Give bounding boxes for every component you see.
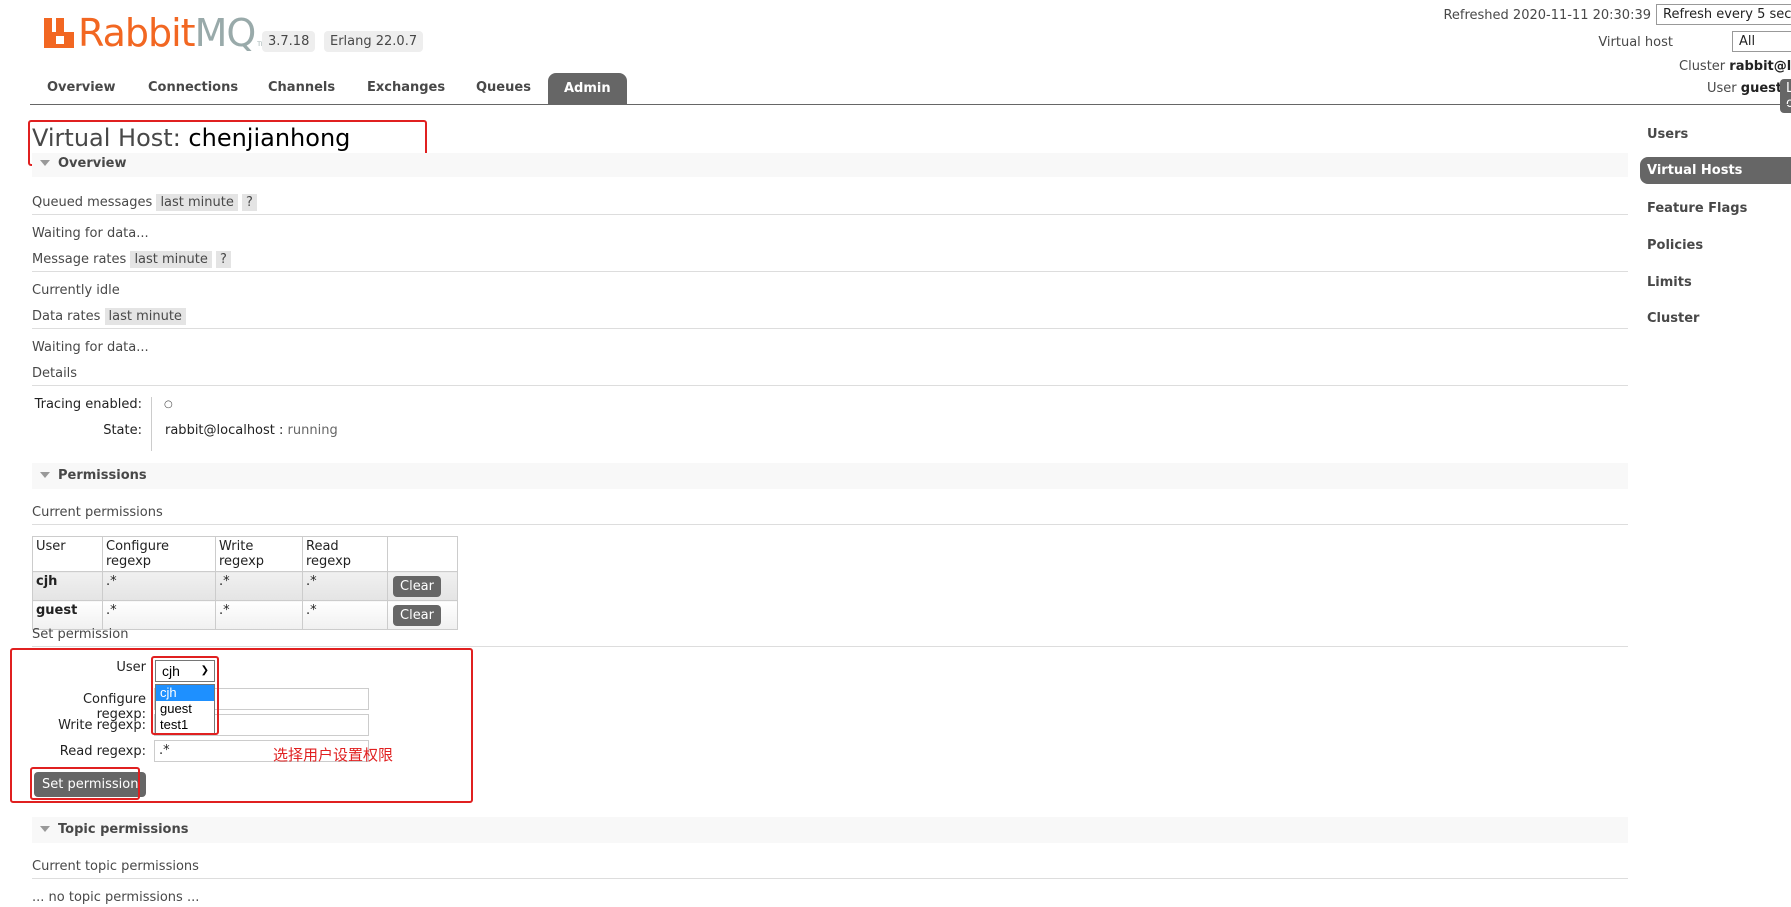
tab-queues[interactable]: Queues <box>476 80 531 95</box>
overview-section-header[interactable]: Overview <box>32 153 1628 177</box>
collapse-triangle-icon <box>40 472 50 478</box>
row-action: Clear <box>387 571 458 601</box>
user-info: User guest <box>1707 81 1782 96</box>
set-permission-header: Set permission <box>32 626 1628 647</box>
tab-admin[interactable]: Admin <box>548 73 627 105</box>
read-field-label: Read regexp: <box>59 744 146 759</box>
logo-text-rabbit: Rabbit <box>78 11 196 55</box>
table-row: cjh .* .* .* Clear <box>32 571 458 601</box>
collapse-triangle-icon <box>40 160 50 166</box>
cluster-name: rabbit@localhost <box>1729 59 1791 74</box>
row-read: .* <box>302 571 388 601</box>
sidebar-item-users[interactable]: Users <box>1647 127 1688 142</box>
cluster-info: Cluster rabbit@localhost <box>1679 59 1791 74</box>
version-badge: 3.7.18 <box>262 31 316 52</box>
topic-permissions-heading: Topic permissions <box>58 822 189 837</box>
message-range-selector[interactable]: last minute <box>130 251 212 268</box>
row-configure: .* <box>102 571 216 601</box>
sidebar-item-feature-flags[interactable]: Feature Flags <box>1647 201 1747 216</box>
message-status: Currently idle <box>32 283 120 298</box>
state-value: rabbit@localhost : running <box>165 423 338 438</box>
permissions-section-header[interactable]: Permissions <box>32 463 1628 489</box>
collapse-triangle-icon <box>40 826 50 832</box>
tracing-status-icon: ○ <box>164 399 173 410</box>
queued-messages-header: Queued messages last minute ? <box>32 194 1628 215</box>
clear-permission-button[interactable]: Clear <box>393 576 441 597</box>
data-range-selector[interactable]: last minute <box>104 308 186 325</box>
details-divider <box>151 397 152 451</box>
tab-connections[interactable]: Connections <box>148 80 238 95</box>
cluster-label: Cluster <box>1679 59 1726 74</box>
col-actions <box>387 536 458 572</box>
state-label: State: <box>103 423 142 438</box>
message-rates-header: Message rates last minute ? <box>32 251 1628 272</box>
data-rates-label: Data rates <box>32 309 101 324</box>
current-permissions-header: Current permissions <box>32 504 1628 525</box>
tab-overview[interactable]: Overview <box>47 80 116 95</box>
col-user: User <box>32 536 103 572</box>
rabbitmq-logo[interactable]: RabbitMQTM <box>44 12 266 52</box>
state-node: rabbit@localhost <box>165 423 275 438</box>
virtual-host-value: All <box>1739 34 1756 49</box>
topic-permissions-section-header[interactable]: Topic permissions <box>32 817 1628 843</box>
queued-messages-label: Queued messages <box>32 195 153 210</box>
user-label: User <box>1707 81 1737 96</box>
table-header-row: User Configure regexp Write regexp Read … <box>32 536 458 572</box>
no-topic-permissions: ... no topic permissions ... <box>32 890 200 905</box>
refresh-interval-select[interactable]: Refresh every 5 seconds <box>1656 4 1791 25</box>
annotation-text: 选择用户设置权限 <box>273 746 394 764</box>
refreshed-timestamp: Refreshed 2020-11-11 20:30:39 <box>1443 8 1651 23</box>
permissions-table: User Configure regexp Write regexp Read … <box>32 536 458 630</box>
queued-help-button[interactable]: ? <box>242 194 257 211</box>
row-user[interactable]: cjh <box>32 571 103 601</box>
logout-button[interactable]: Log out <box>1780 79 1791 113</box>
queued-range-selector[interactable]: last minute <box>156 194 238 211</box>
nav-divider <box>30 104 1791 105</box>
details-header: Details <box>32 365 1628 386</box>
state-running: running <box>287 423 338 438</box>
tracing-label: Tracing enabled: <box>34 397 142 412</box>
erlang-badge: Erlang 22.0.7 <box>324 31 424 52</box>
logo-text-mq: MQ <box>194 11 257 55</box>
row-write: .* <box>215 571 303 601</box>
permissions-heading: Permissions <box>58 468 147 483</box>
refresh-interval-value: Refresh every 5 seconds <box>1663 7 1791 22</box>
virtual-host-select[interactable]: All <box>1732 31 1791 52</box>
clear-permission-button[interactable]: Clear <box>393 605 441 626</box>
write-field-label: Write regexp: <box>58 718 146 733</box>
state-separator: : <box>274 423 288 438</box>
col-read: Read regexp <box>302 536 388 572</box>
col-configure: Configure regexp <box>102 536 216 572</box>
rabbit-logo-icon <box>44 18 74 48</box>
tab-exchanges[interactable]: Exchanges <box>367 80 445 95</box>
sidebar-item-cluster[interactable]: Cluster <box>1647 311 1699 326</box>
col-write: Write regexp <box>215 536 303 572</box>
annotation-select-box <box>151 656 219 735</box>
current-permissions-label: Current permissions <box>32 505 163 520</box>
current-topic-permissions-label: Current topic permissions <box>32 859 199 874</box>
message-rates-label: Message rates <box>32 252 127 267</box>
message-help-button[interactable]: ? <box>216 251 231 268</box>
data-rates-header: Data rates last minute <box>32 308 1628 329</box>
sidebar-item-policies[interactable]: Policies <box>1647 238 1703 253</box>
data-status: Waiting for data... <box>32 340 149 355</box>
annotation-button-box <box>30 767 140 800</box>
current-user: guest <box>1740 81 1783 96</box>
tab-channels[interactable]: Channels <box>268 80 335 95</box>
current-topic-permissions-header: Current topic permissions <box>32 858 1628 879</box>
virtual-host-label: Virtual host <box>1598 35 1673 50</box>
user-field-label: User <box>116 660 146 675</box>
queued-status: Waiting for data... <box>32 226 149 241</box>
sidebar-item-limits[interactable]: Limits <box>1647 275 1692 290</box>
details-label: Details <box>32 366 78 381</box>
overview-heading: Overview <box>58 156 127 171</box>
sidebar-item-virtual-hosts[interactable]: Virtual Hosts <box>1640 157 1791 184</box>
set-permission-label: Set permission <box>32 627 129 642</box>
